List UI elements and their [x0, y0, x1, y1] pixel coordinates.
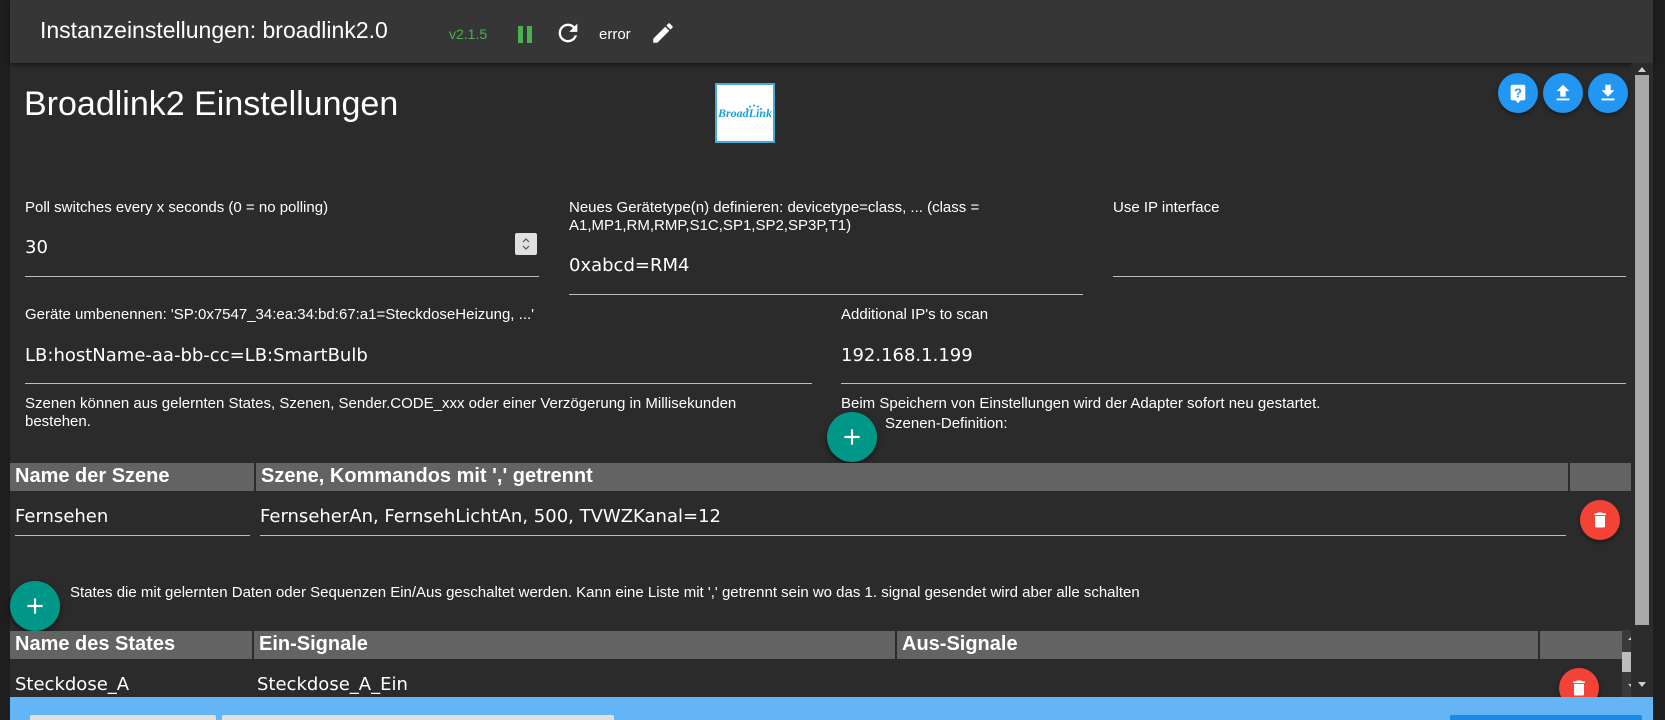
- close-button[interactable]: [1450, 715, 1642, 720]
- add-state-button[interactable]: [10, 581, 60, 631]
- upload-icon: [1556, 84, 1570, 101]
- scene-commands-underline: [260, 535, 1566, 536]
- rename-input[interactable]: LB:hostName-aa-bb-cc=LB:SmartBulb: [25, 345, 368, 366]
- state-name-input[interactable]: Steckdose_A: [15, 674, 129, 695]
- use-ip-underline: [1113, 276, 1626, 277]
- use-ip-label: Use IP interface: [1113, 199, 1220, 216]
- trash-icon: [1573, 680, 1585, 696]
- on-signals-header: Ein-Signale: [254, 631, 897, 659]
- save-button[interactable]: [30, 715, 216, 720]
- devicetype-label: Neues Gerätetype(n) definieren: devicety…: [569, 199, 980, 234]
- devicetype-input[interactable]: 0xabcd=RM4: [569, 255, 689, 276]
- broadlink-logo: BroadLink: [715, 83, 775, 143]
- upload-button[interactable]: [1543, 73, 1583, 113]
- main-scroll-thumb[interactable]: [1635, 75, 1649, 625]
- download-icon: [1601, 84, 1615, 101]
- rename-underline: [25, 383, 812, 384]
- footer-bar: [10, 697, 1653, 720]
- rename-label: Geräte umbenennen: 'SP:0x7547_34:ea:34:b…: [25, 306, 535, 323]
- states-table-header: Name des States Ein-Signale Aus-Signale: [10, 631, 1622, 659]
- state-name-header: Name des States: [10, 631, 254, 659]
- instance-header: Instanzeinstellungen: broadlink2.0 v2.1.…: [10, 0, 1653, 63]
- page-title: Broadlink2 Einstellungen: [24, 85, 399, 123]
- add-scene-button[interactable]: [827, 412, 877, 462]
- poll-label: Poll switches every x seconds (0 = no po…: [25, 199, 329, 216]
- trash-icon: [1594, 512, 1606, 528]
- plus-icon: [844, 429, 860, 445]
- scroll-down-icon: [1638, 682, 1646, 687]
- reload-icon[interactable]: [554, 18, 582, 48]
- download-button[interactable]: [1588, 73, 1628, 113]
- logo-arc-icon: [746, 104, 762, 110]
- off-signals-header: Aus-Signale: [897, 631, 1540, 659]
- scenes-table-header: Name der Szene Szene, Kommandos mit ',' …: [10, 463, 1642, 491]
- settings-window: Instanzeinstellungen: broadlink2.0 v2.1.…: [10, 0, 1653, 720]
- scene-name-header: Name der Szene: [10, 463, 256, 491]
- scene-commands-header: Szene, Kommandos mit ',' getrennt: [256, 463, 1570, 491]
- version-label: v2.1.5: [449, 26, 488, 42]
- scene-name-input[interactable]: Fernsehen: [15, 506, 108, 527]
- scene-name-underline: [15, 535, 250, 536]
- restart-notice: Beim Speichern von Einstellungen wird de…: [841, 395, 1321, 412]
- instance-title: Instanzeinstellungen: broadlink2.0: [40, 17, 388, 43]
- main-scrollbar[interactable]: [1631, 63, 1653, 700]
- plus-icon: [27, 598, 43, 614]
- scene-definition-label: Szenen-Definition:: [885, 415, 1008, 432]
- pause-icon[interactable]: [514, 22, 536, 46]
- status-text: error: [599, 26, 631, 43]
- help-icon: ?: [1510, 84, 1526, 104]
- devicetype-underline: [569, 294, 1083, 295]
- on-signal-input[interactable]: Steckdose_A_Ein: [257, 674, 408, 695]
- poll-input[interactable]: 30: [25, 237, 48, 258]
- additional-ips-underline: [841, 383, 1626, 384]
- poll-underline: [25, 276, 539, 277]
- pencil-icon[interactable]: [650, 20, 676, 46]
- scroll-up-icon: [1638, 67, 1646, 72]
- save-and-close-button[interactable]: [222, 715, 614, 720]
- scenes-description: Szenen können aus gelernten States, Szen…: [25, 395, 737, 430]
- help-button[interactable]: ?: [1498, 73, 1538, 113]
- svg-text:?: ?: [1514, 86, 1522, 101]
- scene-commands-input[interactable]: FernseherAn, FernsehLichtAn, 500, TVWZKa…: [260, 506, 721, 527]
- spinner-arrows-icon: [522, 238, 530, 250]
- additional-ips-input[interactable]: 192.168.1.199: [841, 345, 973, 366]
- states-description: States die mit gelernten Daten oder Sequ…: [70, 584, 1140, 601]
- additional-ips-label: Additional IP's to scan: [841, 306, 989, 323]
- delete-scene-button[interactable]: [1580, 500, 1620, 540]
- number-spinner[interactable]: [515, 233, 537, 255]
